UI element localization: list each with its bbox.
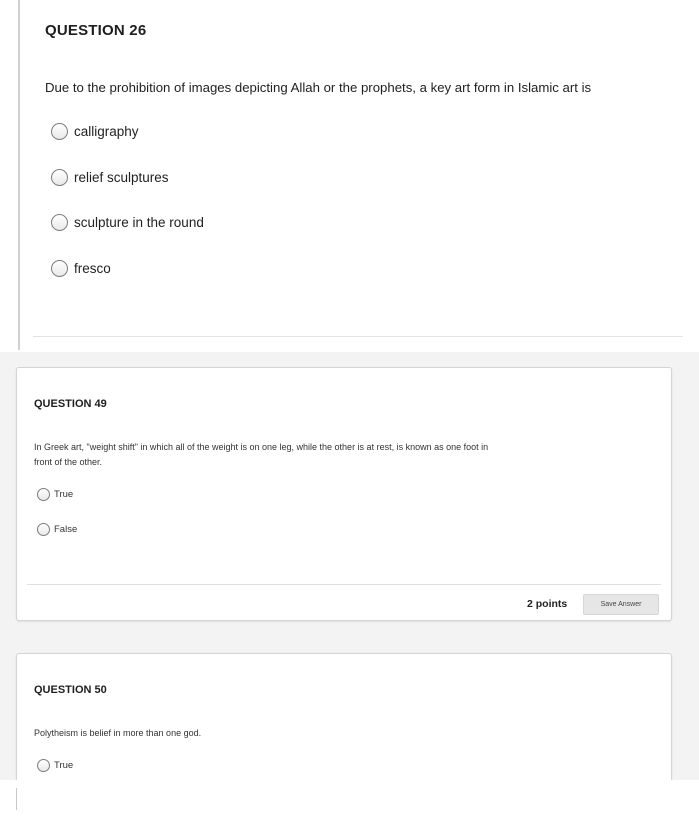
question-text-line-1: In Greek art, "weight shift" in which al… [34, 442, 489, 452]
radio-button[interactable] [51, 123, 68, 140]
question-text: Polytheism is belief in more than one go… [34, 728, 202, 738]
option-label: True [54, 760, 74, 771]
question-title: QUESTION 26 [45, 22, 147, 39]
lower-question-area: QUESTION 49 In Greek art, "weight shift"… [0, 352, 699, 793]
radio-button[interactable] [37, 488, 50, 501]
question-26-section: QUESTION 26 Due to the prohibition of im… [0, 0, 699, 352]
question-title: QUESTION 49 [34, 398, 107, 410]
points-label: 2 points [527, 598, 568, 610]
option-label: True [54, 489, 74, 500]
question-title: QUESTION 50 [34, 684, 107, 696]
option-label: sculpture in the round [74, 215, 204, 230]
option-true[interactable]: True [37, 759, 73, 772]
option-label: fresco [74, 261, 111, 276]
option-calligraphy[interactable]: calligraphy [51, 123, 139, 140]
radio-button[interactable] [37, 759, 50, 772]
divider [33, 336, 683, 337]
radio-button[interactable] [51, 169, 68, 186]
left-border [18, 0, 20, 350]
radio-button[interactable] [51, 260, 68, 277]
option-false[interactable]: False [37, 523, 77, 536]
option-label: relief sculptures [74, 170, 169, 185]
left-border [16, 788, 17, 810]
option-label: calligraphy [74, 124, 139, 139]
option-label: False [54, 524, 78, 535]
option-relief-sculptures[interactable]: relief sculptures [51, 169, 169, 186]
question-text: Due to the prohibition of images depicti… [45, 80, 592, 95]
option-sculpture-in-the-round[interactable]: sculpture in the round [51, 214, 204, 231]
question-49-card: QUESTION 49 In Greek art, "weight shift"… [16, 367, 672, 621]
option-fresco[interactable]: fresco [51, 260, 111, 277]
divider [27, 584, 661, 585]
save-answer-button[interactable]: Save Answer [583, 594, 659, 615]
bottom-area [0, 780, 699, 838]
question-text-line-2: front of the other. [34, 457, 103, 467]
option-true[interactable]: True [37, 488, 73, 501]
question-50-card: QUESTION 50 Polytheism is belief in more… [16, 653, 672, 793]
radio-button[interactable] [51, 214, 68, 231]
radio-button[interactable] [37, 523, 50, 536]
